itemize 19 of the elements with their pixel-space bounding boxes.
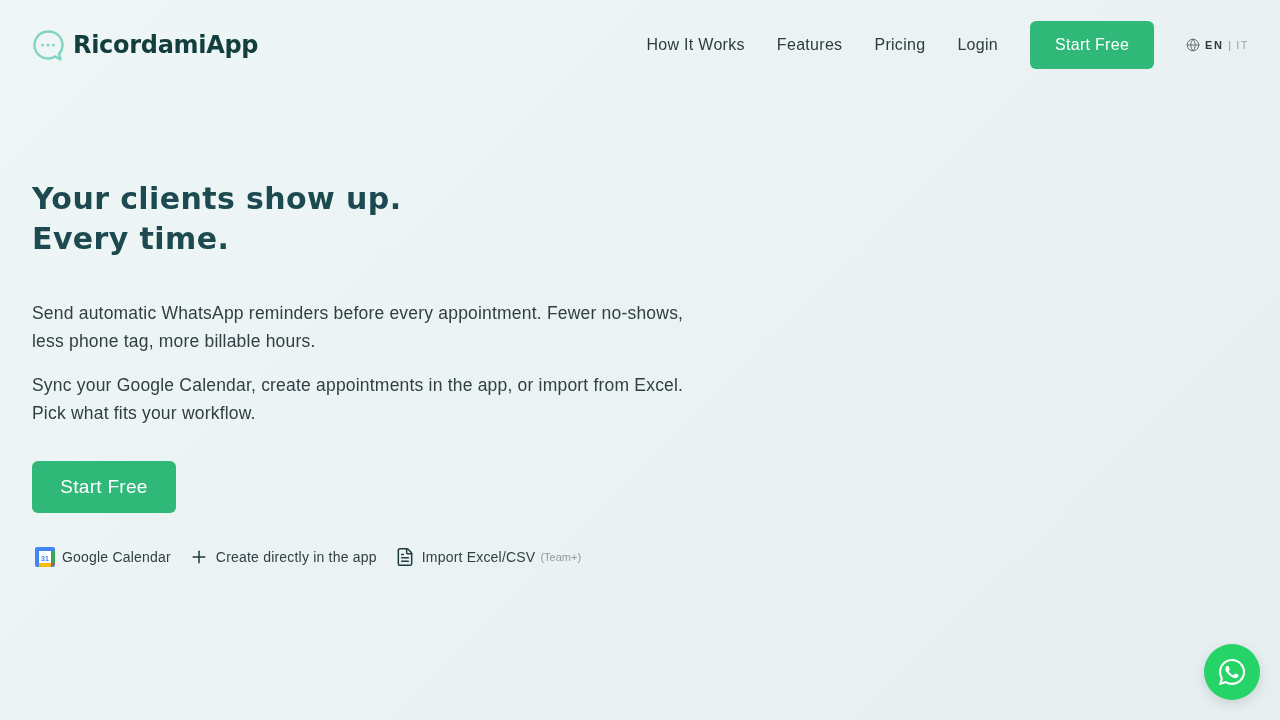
logo-link[interactable]: RicordamiApp bbox=[32, 29, 259, 61]
chat-bubble-icon bbox=[32, 29, 64, 61]
nav-link[interactable]: How It Works bbox=[646, 36, 745, 54]
nav-link[interactable]: Login bbox=[957, 36, 999, 54]
nav-link[interactable]: Features bbox=[776, 36, 843, 54]
source-label: Google Calendar bbox=[62, 549, 171, 565]
globe-icon bbox=[1186, 38, 1201, 52]
source-label: Import Excel/CSV bbox=[421, 549, 536, 565]
hero-headline: Your clients show up. Every time. bbox=[32, 180, 402, 258]
source-label: Create directly in the app bbox=[215, 549, 377, 565]
logo-text: RicordamiApp bbox=[73, 31, 259, 59]
hero-paragraph: Sync your Google Calendar, create appointments in the app, or import from Excel. Pick what fits your workflow. bbox=[32, 374, 685, 425]
nav-link[interactable]: Pricing bbox=[874, 36, 926, 54]
whatsapp-icon bbox=[1217, 657, 1247, 687]
language-option[interactable]: EN bbox=[1205, 39, 1224, 51]
chat-button[interactable] bbox=[1204, 644, 1260, 700]
language-separator: | bbox=[1228, 39, 1232, 51]
plan-note: (Team+) bbox=[540, 551, 582, 563]
hero-paragraph: Send automatic WhatsApp reminders before every appointment. Fewer no-shows, less phone tag, more billable hours. bbox=[32, 302, 685, 353]
